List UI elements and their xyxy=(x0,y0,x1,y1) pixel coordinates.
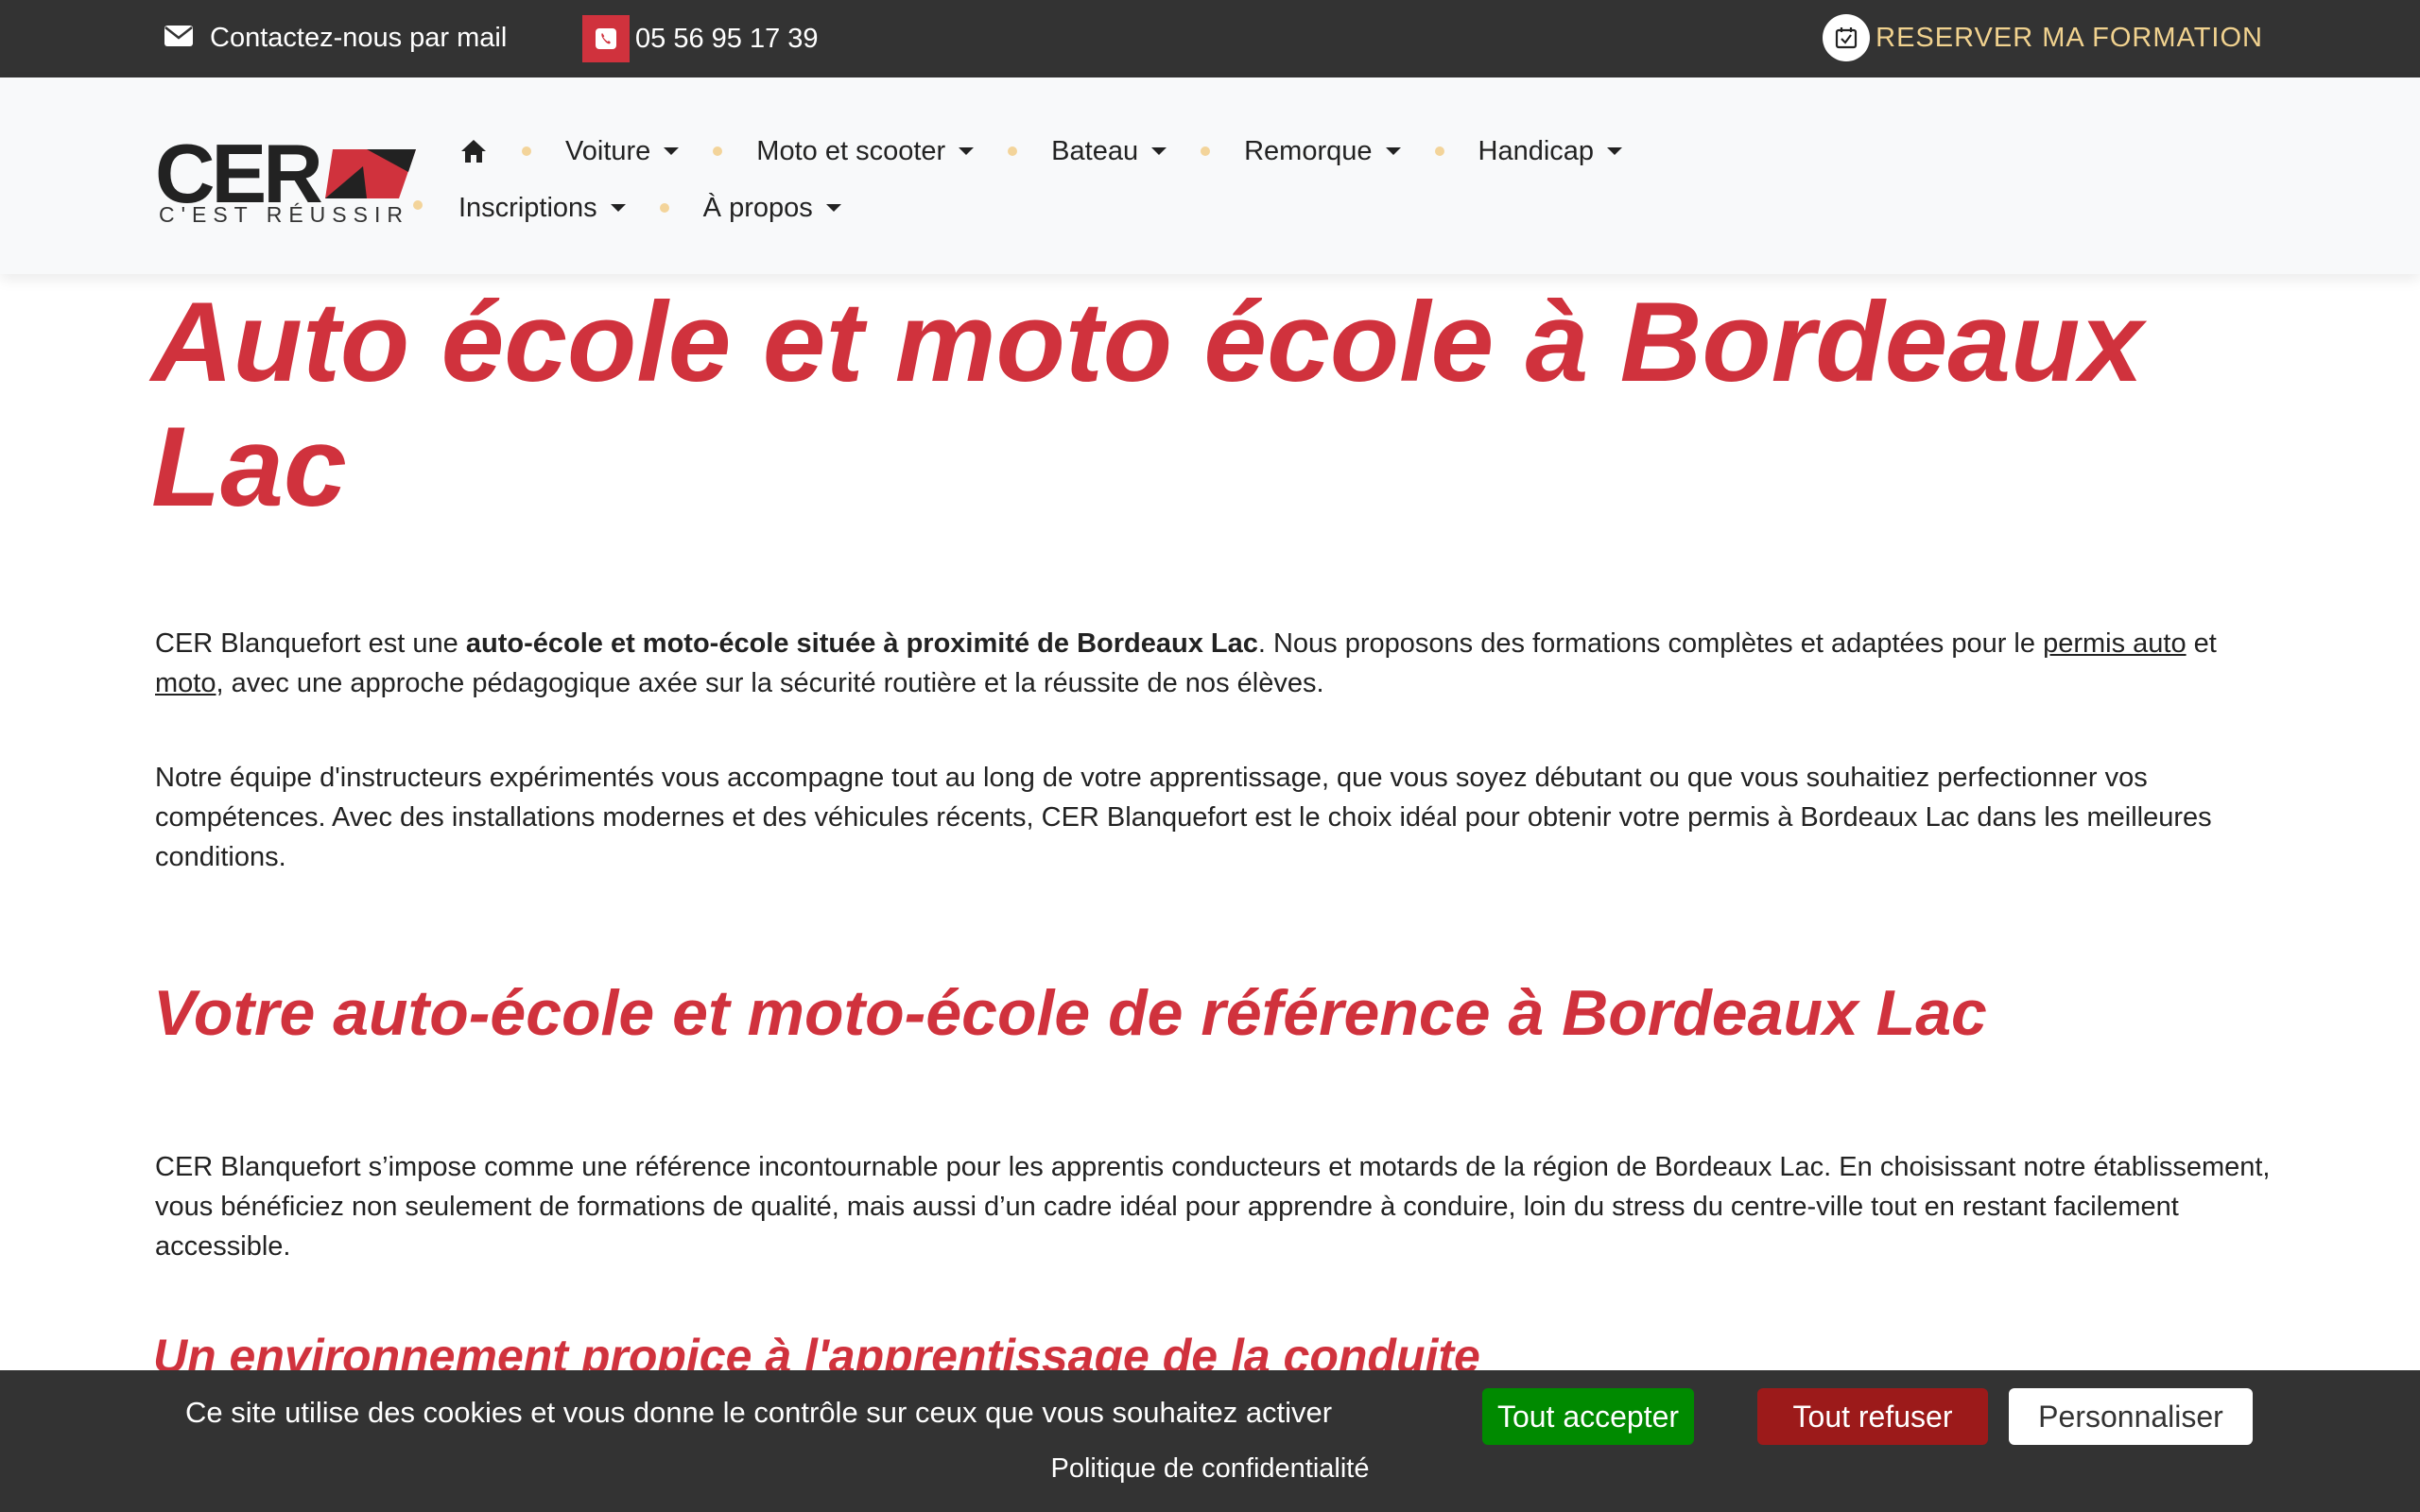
home-icon xyxy=(461,140,486,163)
contact-mail-link[interactable]: Contactez-nous par mail xyxy=(164,17,507,59)
page-title: Auto école et moto école à Bordeaux Lac xyxy=(151,279,2144,530)
logo-flag-icon xyxy=(325,149,416,198)
cer-logo[interactable]: CER C'EST RÉUSSIR xyxy=(155,132,416,227)
site-header: CER C'EST RÉUSSIR Voiture Moto et scoote… xyxy=(0,77,2420,274)
nav-inscriptions-label: Inscriptions xyxy=(458,192,597,223)
accept-all-button[interactable]: Tout accepter xyxy=(1482,1388,1694,1445)
nav-separator-dot xyxy=(1434,146,1444,156)
top-bar: Contactez-nous par mail 05 56 95 17 39 R… xyxy=(0,0,2420,77)
nav-home[interactable] xyxy=(459,138,488,164)
intro-text-1: CER Blanquefort est une xyxy=(155,628,466,659)
phone-link[interactable]: 05 56 95 17 39 xyxy=(582,15,819,62)
main-nav-row-1: Voiture Moto et scooter Bateau Remorque … xyxy=(459,129,1623,173)
caret-down-icon xyxy=(1151,147,1167,155)
nav-handicap-label: Handicap xyxy=(1478,135,1595,166)
nav-handicap[interactable]: Handicap xyxy=(1478,136,1623,167)
nav-separator-dot xyxy=(659,203,669,213)
nav-voiture[interactable]: Voiture xyxy=(565,135,680,167)
privacy-policy-link[interactable]: Politique de confidentialité xyxy=(0,1453,2420,1485)
intro-text-3: et xyxy=(2186,628,2217,659)
nav-remorque[interactable]: Remorque xyxy=(1244,135,1401,167)
caret-down-icon xyxy=(664,147,680,155)
nav-inscriptions[interactable]: Inscriptions xyxy=(458,193,626,224)
section-heading-reference: Votre auto-école et moto-école de référe… xyxy=(153,977,1987,1049)
refuse-all-button[interactable]: Tout refuser xyxy=(1757,1388,1988,1445)
nav-moto-label: Moto et scooter xyxy=(756,135,946,166)
caret-down-icon xyxy=(959,147,975,155)
permis-auto-link[interactable]: permis auto xyxy=(2043,628,2187,659)
reference-paragraph: CER Blanquefort s’impose comme une référ… xyxy=(155,1152,2271,1262)
logo-tagline: C'EST RÉUSSIR xyxy=(159,202,409,227)
envelope-icon xyxy=(164,23,193,54)
customize-button[interactable]: Personnaliser xyxy=(2009,1388,2253,1445)
intro-bold-text: auto-école et moto-école située à proxim… xyxy=(465,628,1258,659)
nav-remorque-label: Remorque xyxy=(1244,135,1373,166)
caret-down-icon xyxy=(610,204,626,212)
moto-link[interactable]: moto xyxy=(155,668,216,698)
nav-a-propos-label: À propos xyxy=(702,192,813,223)
nav-bateau-label: Bateau xyxy=(1051,135,1139,166)
nav-separator-dot xyxy=(522,146,531,156)
cookie-message: Ce site utilise des cookies et vous donn… xyxy=(185,1396,1333,1429)
caret-down-icon xyxy=(825,204,841,212)
reserve-formation-link[interactable]: RESERVER MA FORMATION xyxy=(1823,13,2263,62)
nav-a-propos[interactable]: À propos xyxy=(703,193,841,224)
nav-separator-dot xyxy=(713,146,723,156)
team-paragraph: Notre équipe d'instructeurs expérimentés… xyxy=(155,763,2212,872)
intro-text-2: . Nous proposons des formations complète… xyxy=(1257,628,2044,659)
calendar-check-icon xyxy=(1823,14,1871,61)
contact-mail-label: Contactez-nous par mail xyxy=(210,22,508,53)
nav-separator-dot xyxy=(1008,146,1018,156)
nav-separator-dot xyxy=(1201,146,1211,156)
phone-icon xyxy=(582,15,630,62)
caret-down-icon xyxy=(1607,147,1623,155)
main-nav-row-2: Inscriptions À propos xyxy=(458,186,841,230)
intro-text-4: , avec une approche pédagogique axée sur… xyxy=(216,668,1324,698)
phone-number: 05 56 95 17 39 xyxy=(635,23,819,54)
reserve-formation-label: RESERVER MA FORMATION xyxy=(1876,22,2263,53)
nav-separator-dot xyxy=(413,200,423,210)
nav-bateau[interactable]: Bateau xyxy=(1051,136,1167,167)
nav-voiture-label: Voiture xyxy=(565,135,651,166)
caret-down-icon xyxy=(1385,147,1401,155)
intro-paragraph: CER Blanquefort est une auto-école et mo… xyxy=(155,624,2282,703)
nav-moto-scooter[interactable]: Moto et scooter xyxy=(756,135,975,167)
